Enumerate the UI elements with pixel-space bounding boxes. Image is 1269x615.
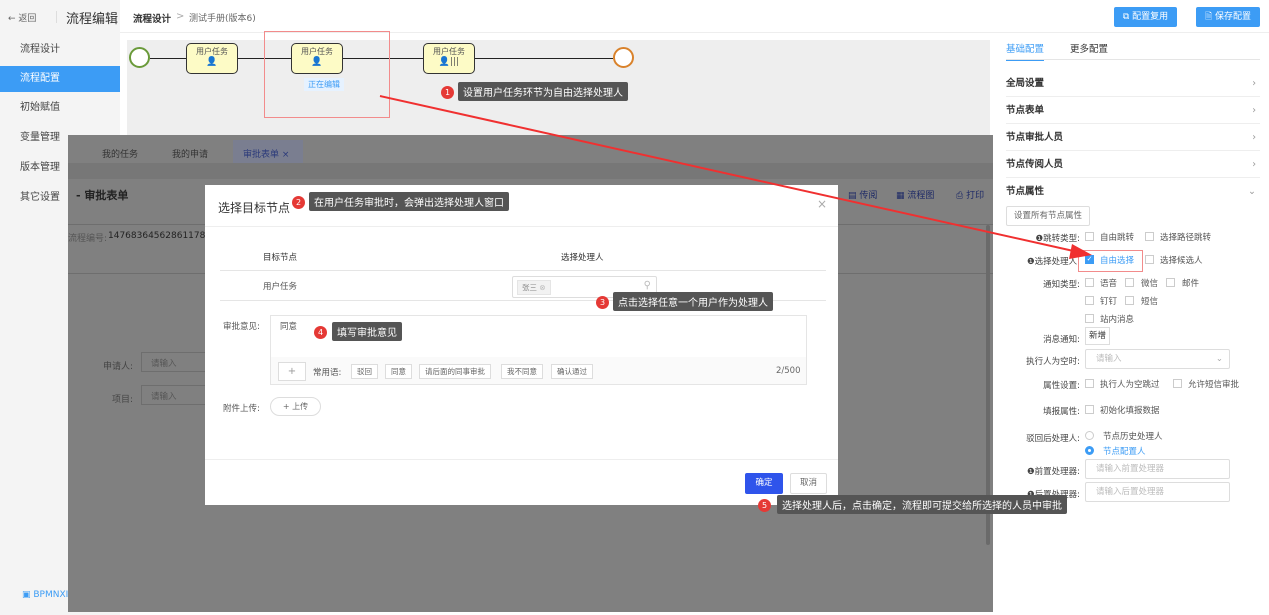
callout-tooltip: 设置用户任务环节为自由选择处理人 xyxy=(458,82,628,101)
callout-tooltip: 在用户任务审批时，会弹出选择处理人窗口 xyxy=(309,192,509,211)
callout-number: 5 xyxy=(758,499,771,512)
callout-number: 3 xyxy=(596,296,609,309)
callout-tooltip: 点击选择任意一个用户作为处理人 xyxy=(613,292,773,311)
callout-tooltip: 选择处理人后，点击确定，流程即可提交给所选择的人员中审批 xyxy=(777,495,1067,514)
callout-number: 1 xyxy=(441,86,454,99)
callout-number: 4 xyxy=(314,326,327,339)
callout-tooltip: 填写审批意见 xyxy=(332,322,402,341)
callout-number: 2 xyxy=(292,196,305,209)
